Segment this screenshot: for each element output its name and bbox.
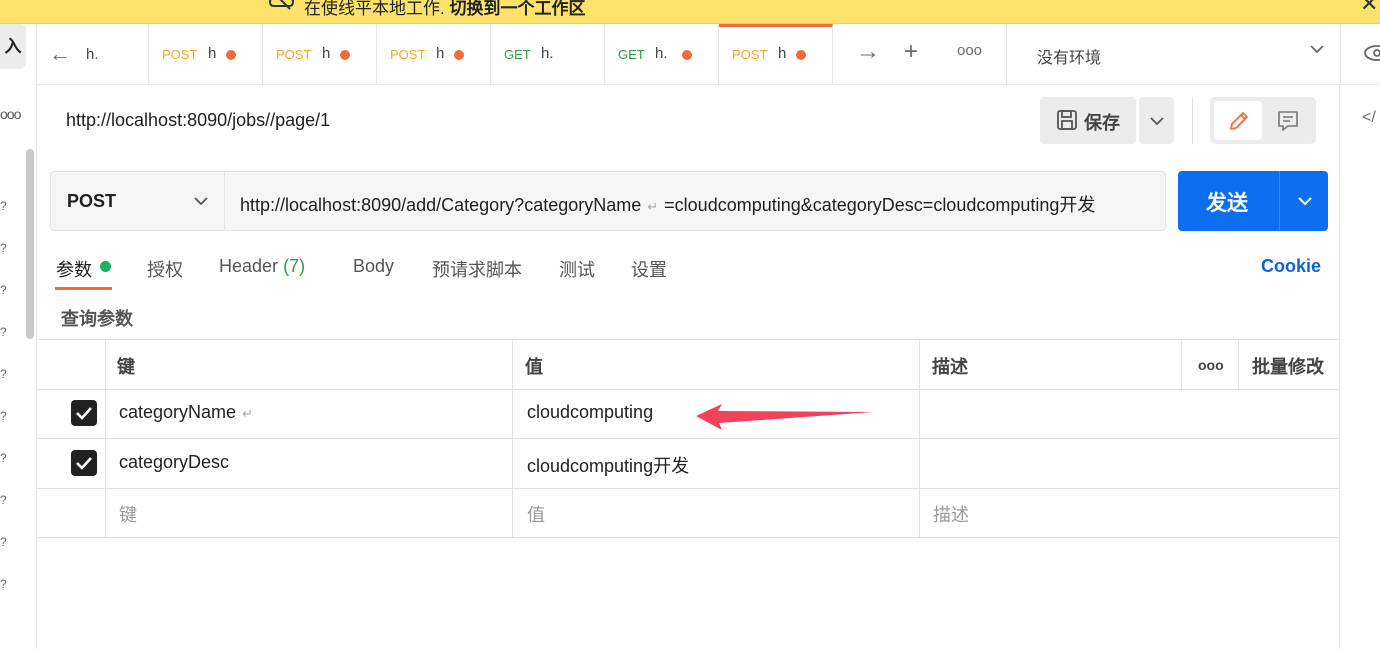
save-icon: [1057, 110, 1077, 130]
close-icon[interactable]: ✕: [1360, 0, 1378, 17]
import-button[interactable]: 入: [0, 24, 26, 69]
right-sidebar: </: [1339, 85, 1380, 649]
eye-icon[interactable]: [1363, 42, 1380, 64]
checkmark-icon: [76, 407, 92, 420]
bulk-edit-button[interactable]: 批量修改: [1252, 353, 1324, 379]
request-tab[interactable]: GET h.: [491, 24, 605, 85]
new-tab-icon[interactable]: +: [904, 38, 918, 66]
line-break-icon: ↵: [242, 406, 253, 421]
tab-pre-request-script[interactable]: 预请求脚本: [432, 256, 522, 282]
list-item-fragment: ?: [0, 577, 7, 591]
save-options-button[interactable]: [1139, 97, 1174, 144]
row-checkbox[interactable]: [71, 400, 97, 426]
column-header-description: 描述: [932, 357, 968, 377]
divider: [1192, 97, 1193, 144]
tab-previous[interactable]: ← h.: [37, 24, 149, 85]
request-tab[interactable]: POST h: [377, 24, 491, 85]
banner-text: 在使线平本地工作. 切换到一个工作区: [304, 0, 586, 18]
unsaved-dot-icon: [796, 50, 806, 60]
chevron-down-icon[interactable]: [1296, 192, 1314, 210]
more-tabs-icon[interactable]: ooo: [957, 42, 982, 59]
column-options-icon[interactable]: ooo: [1198, 357, 1224, 373]
line-break-icon: ↵: [647, 199, 659, 214]
workspace-banner: 在使线平本地工作. 切换到一个工作区 ✕: [0, 0, 1380, 24]
new-param-key-field[interactable]: 键: [119, 501, 137, 527]
sidebar-scrollbar[interactable]: [26, 149, 34, 339]
unsaved-dot-icon: [340, 50, 350, 60]
checkmark-icon: [76, 457, 92, 470]
list-item-fragment: ?: [0, 283, 7, 297]
left-sidebar: 入 ooo ? ? ? ? ? ? ? ? ? ?: [0, 24, 37, 649]
request-name[interactable]: http://localhost:8090/jobs//page/1: [66, 110, 330, 131]
tab-settings[interactable]: 设置: [631, 256, 667, 282]
list-item-fragment: ?: [0, 409, 7, 423]
active-tab-underline: [55, 287, 112, 290]
request-tab[interactable]: GET h.: [605, 24, 719, 85]
new-param-description-field[interactable]: 描述: [933, 501, 969, 527]
pencil-icon: [1230, 112, 1248, 130]
tab-authorization[interactable]: 授权: [147, 256, 183, 282]
view-mode-toggle: [1210, 97, 1316, 144]
tab-tests[interactable]: 测试: [559, 256, 595, 282]
query-params-title: 查询参数: [61, 309, 133, 329]
unsaved-dot-icon: [226, 50, 236, 60]
environment-selector[interactable]: 没有环境: [1006, 24, 1341, 85]
arrow-right-icon[interactable]: →: [856, 38, 880, 66]
list-item-fragment: ?: [0, 451, 7, 465]
tab-params[interactable]: 参数: [56, 256, 92, 282]
tab-body[interactable]: Body: [353, 256, 394, 277]
active-indicator-dot: [100, 261, 111, 272]
arrow-left-icon[interactable]: ←: [49, 41, 71, 67]
save-button[interactable]: 保存: [1040, 97, 1136, 144]
list-item-fragment: ?: [0, 241, 7, 255]
http-method-select[interactable]: POST: [50, 171, 224, 231]
comment-icon[interactable]: [1276, 109, 1300, 133]
switch-workspace-link[interactable]: 切换到一个工作区: [449, 0, 585, 18]
column-header-value: 值: [525, 357, 543, 377]
request-tab[interactable]: POST h: [263, 24, 377, 85]
column-header-key: 键: [117, 357, 135, 377]
param-key-field[interactable]: categoryDesc: [119, 452, 229, 473]
chevron-down-icon: [1150, 117, 1164, 126]
chevron-down-icon: [1310, 45, 1324, 54]
param-value-field[interactable]: cloudcomputing: [527, 402, 653, 423]
list-item-fragment: ?: [0, 325, 7, 339]
param-key-field[interactable]: categoryName ↵: [119, 402, 253, 423]
list-item-fragment: ?: [0, 367, 7, 381]
url-input[interactable]: http://localhost:8090/add/Category?categ…: [224, 171, 1166, 231]
cookie-link[interactable]: Cookie: [1261, 256, 1321, 277]
list-item-fragment: ?: [0, 535, 7, 549]
chevron-down-icon: [194, 197, 208, 206]
row-checkbox[interactable]: [71, 450, 97, 476]
tab-headers[interactable]: Header (7): [219, 256, 305, 277]
unsaved-dot-icon: [454, 50, 464, 60]
request-tab[interactable]: POST h: [149, 24, 263, 85]
list-item-fragment: ?: [0, 493, 7, 507]
code-icon[interactable]: </: [1362, 109, 1376, 127]
list-item-fragment: ?: [0, 199, 7, 213]
cloud-off-icon: [268, 0, 295, 10]
annotation-arrow: [696, 404, 874, 430]
request-tab-active[interactable]: POST h: [719, 24, 833, 85]
param-value-field[interactable]: cloudcomputing开发: [527, 452, 689, 478]
new-param-value-field[interactable]: 值: [527, 501, 545, 527]
more-options-icon[interactable]: ooo: [0, 106, 21, 122]
request-tab-bar: ← h. POST h POST h POST h GET h. GET h. …: [37, 24, 1380, 85]
unsaved-dot-icon: [682, 50, 692, 60]
send-button[interactable]: 发送: [1178, 171, 1328, 231]
edit-mode-button[interactable]: [1214, 101, 1262, 140]
